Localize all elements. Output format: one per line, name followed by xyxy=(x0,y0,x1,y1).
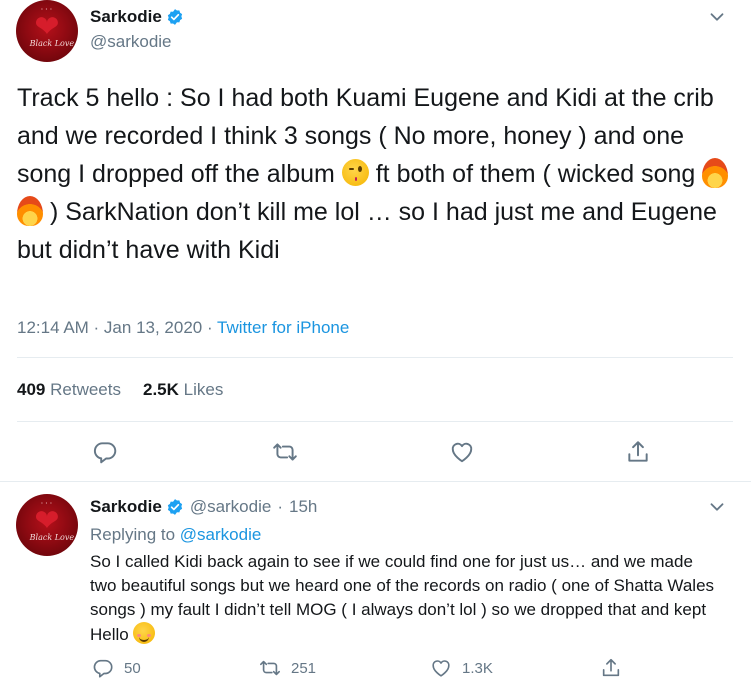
wink-emoji-icon xyxy=(341,159,369,186)
reply-replies-count: 50 xyxy=(124,659,141,677)
author-display-name[interactable]: Sarkodie xyxy=(90,7,162,27)
divider xyxy=(17,421,733,422)
verified-badge-icon xyxy=(167,9,182,25)
reply-age[interactable]: 15h xyxy=(289,497,317,517)
author-handle[interactable]: @sarkodie xyxy=(90,32,172,52)
divider xyxy=(17,357,733,358)
reply-icon[interactable] xyxy=(92,439,118,465)
like-icon[interactable] xyxy=(449,439,475,465)
tweet-text-part-2: ft both of them ( wicked song xyxy=(368,160,703,188)
replying-to-label: Replying to xyxy=(90,525,180,544)
reply-share-action[interactable] xyxy=(600,657,632,679)
tweet-source-link[interactable]: Twitter for iPhone xyxy=(217,318,349,337)
fire-emoji-icon xyxy=(17,196,43,226)
tweet-text-part-3: ) SarkNation don’t kill me lol … so I ha… xyxy=(17,198,717,264)
likes-stat[interactable]: 2.5K Likes xyxy=(143,380,223,399)
avatar[interactable]: • • • ❤ Black Love xyxy=(16,0,78,62)
reply-text: So I called Kidi back again to see if we… xyxy=(90,550,720,647)
avatar-signature: Black Love xyxy=(29,39,75,49)
reply-likes-count: 1.3K xyxy=(462,659,493,677)
reply-author-row: Sarkodie @sarkodie · 15h xyxy=(90,497,317,517)
chevron-down-icon[interactable] xyxy=(706,6,728,28)
author-name-row[interactable]: Sarkodie xyxy=(90,7,184,27)
reply-author-handle[interactable]: @sarkodie xyxy=(190,497,272,517)
tweet-stats: 409 Retweets 2.5K Likes xyxy=(17,380,223,400)
blush-emoji-icon xyxy=(133,622,156,644)
replying-to: Replying to @sarkodie xyxy=(90,525,261,545)
reply-like-action[interactable]: 1.3K xyxy=(430,657,493,679)
reply-replies-action[interactable]: 50 xyxy=(92,657,141,679)
share-icon[interactable] xyxy=(625,439,651,465)
reply-retweet-action[interactable]: 251 xyxy=(259,657,316,679)
share-icon xyxy=(602,658,620,677)
like-icon xyxy=(432,660,450,677)
replying-to-mention[interactable]: @sarkodie xyxy=(180,525,262,544)
reply-retweets-count: 251 xyxy=(291,659,317,677)
retweets-count: 409 xyxy=(17,380,46,399)
reply-text-body: So I called Kidi back again to see if we… xyxy=(90,552,715,644)
reply-dot-separator: · xyxy=(277,497,283,516)
likes-count: 2.5K xyxy=(142,380,179,399)
fire-emoji-icon xyxy=(702,158,729,188)
reply-icon xyxy=(93,659,113,678)
retweet-icon xyxy=(260,660,280,676)
tweet-meta: 12:14 AM · Jan 13, 2020 · Twitter for iP… xyxy=(17,318,349,338)
main-tweet: • • • ❤ Black Love Sarkodie @sarkodie Tr… xyxy=(0,0,751,482)
verified-badge-icon xyxy=(167,499,182,515)
likes-label: Likes xyxy=(183,380,224,399)
reply-avatar[interactable]: • • • ❤ Black Love xyxy=(16,494,78,556)
tweet-timestamp[interactable]: 12:14 AM · Jan 13, 2020 · xyxy=(17,318,217,337)
tweet-text: Track 5 hello : So I had both Kuami Euge… xyxy=(17,79,733,269)
retweets-label: Retweets xyxy=(50,380,121,399)
chevron-down-icon[interactable] xyxy=(706,496,728,518)
avatar-signature: Black Love xyxy=(29,533,75,543)
retweets-stat[interactable]: 409 Retweets xyxy=(17,380,121,399)
retweet-icon[interactable] xyxy=(272,439,298,465)
reply-author-name[interactable]: Sarkodie xyxy=(90,497,162,517)
